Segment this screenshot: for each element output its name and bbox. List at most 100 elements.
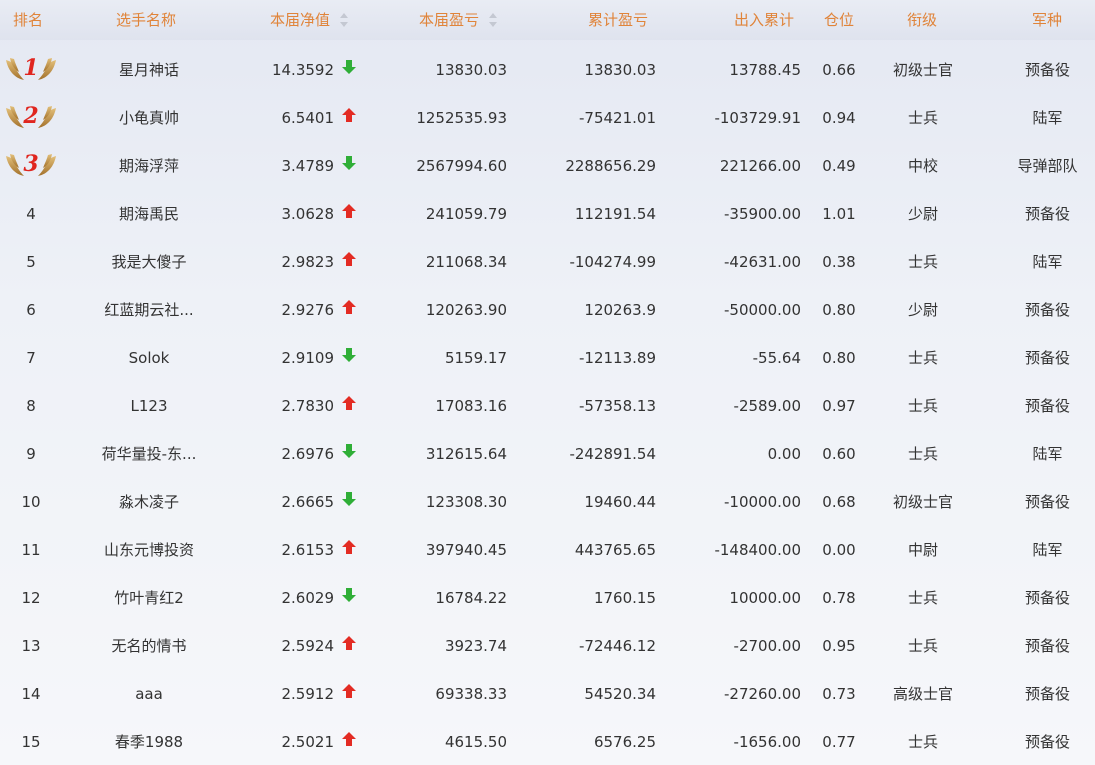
- pnl-value: 17083.16: [435, 397, 507, 415]
- player-name[interactable]: 小龟真帅: [79, 94, 219, 142]
- trend-up-icon: [342, 238, 360, 286]
- player-name[interactable]: 星月神话: [79, 46, 219, 94]
- table-row[interactable]: 14 aaa 2.5912 69338.33 54520.34 -27260.00 0.73…: [0, 670, 1095, 718]
- nav-value: 2.6976: [281, 445, 335, 463]
- player-name[interactable]: 春季1988: [79, 718, 219, 765]
- cumulative-pnl-value: -72446.12: [579, 637, 656, 655]
- service-branch-value: 陆军: [1032, 445, 1063, 463]
- table-row[interactable]: 9 荷华量投-东... 2.6976 312615.64 -242891.54 0.00 0…: [0, 430, 1095, 478]
- player-name[interactable]: 无名的情书: [79, 622, 219, 670]
- table-row[interactable]: 11 山东元博投资 2.6153 397940.45 443765.65 -148400.…: [0, 526, 1095, 574]
- nav-value: 6.5401: [281, 109, 335, 127]
- table-row[interactable]: 13 无名的情书 2.5924 3923.74 -72446.12 -2700.00 0.9…: [0, 622, 1095, 670]
- cumulative-pnl-value: 13830.03: [584, 61, 656, 79]
- pnl-value: 1252535.93: [416, 109, 507, 127]
- rank-title-value: 士兵: [907, 397, 938, 415]
- player-name[interactable]: 我是大傻子: [79, 238, 219, 286]
- table-row[interactable]: 10 淼木凌子 2.6665 123308.30 19460.44 -10000.00 0.…: [0, 478, 1095, 526]
- cumulative-pnl-value: 443765.65: [574, 541, 656, 559]
- position-value: 0.94: [822, 109, 856, 127]
- flow-cumulative-value: -27260.00: [724, 685, 801, 703]
- table-row[interactable]: 4 期海禹民 3.0628 241059.79 112191.54 -35900.00 1.…: [0, 190, 1095, 238]
- rank-number: 7: [26, 349, 36, 367]
- trend-up-icon: [342, 622, 360, 670]
- position-value: 0.73: [822, 685, 856, 703]
- player-name[interactable]: Solok: [79, 334, 219, 382]
- position-value: 0.38: [822, 253, 856, 271]
- table-row[interactable]: 15 春季1988 2.5021 4615.50 6576.25 -1656.00 0.77…: [0, 718, 1095, 765]
- player-name[interactable]: 红蓝期云社...: [79, 286, 219, 334]
- trend-down-icon: [342, 334, 360, 382]
- sort-icon[interactable]: [340, 12, 349, 27]
- position-value: 1.01: [822, 205, 856, 223]
- pnl-value: 2567994.60: [416, 157, 507, 175]
- rank-title-value: 士兵: [907, 733, 938, 751]
- table-row[interactable]: 7 Solok 2.9109 5159.17 -12113.89 -55.64 0.80 士兵…: [0, 334, 1095, 382]
- header-flow-cumulative: 出入累计: [734, 11, 795, 29]
- player-name[interactable]: 山东元博投资: [79, 526, 219, 574]
- flow-cumulative-value: -148400.00: [714, 541, 801, 559]
- trend-down-icon: [342, 142, 360, 190]
- player-name[interactable]: 竹叶青红2: [79, 574, 219, 622]
- player-name[interactable]: 期海禹民: [79, 190, 219, 238]
- pnl-value: 4615.50: [444, 733, 507, 751]
- table-row[interactable]: 1 星月神话 14.3592 13830.03 13830.03 13788.45 0.66…: [0, 46, 1095, 94]
- service-branch-value: 陆军: [1032, 109, 1063, 127]
- rank-title-value: 士兵: [907, 349, 938, 367]
- rank-title-value: 中校: [907, 157, 938, 175]
- rank-title-value: 初级士官: [892, 61, 953, 79]
- rank-title-value: 少尉: [907, 205, 938, 223]
- rank-title-value: 少尉: [907, 301, 938, 319]
- service-branch-value: 预备役: [1024, 493, 1070, 511]
- flow-cumulative-value: -2589.00: [733, 397, 801, 415]
- service-branch-value: 陆军: [1032, 541, 1063, 559]
- header-nav-sort[interactable]: 本届净值: [270, 0, 349, 40]
- service-branch-value: 预备役: [1024, 349, 1070, 367]
- pnl-value: 16784.22: [435, 589, 507, 607]
- cumulative-pnl-value: 6576.25: [593, 733, 656, 751]
- table-row[interactable]: 2 小龟真帅 6.5401 1252535.93 -75421.01 -103729.91…: [0, 94, 1095, 142]
- rank-number: 13: [21, 637, 41, 655]
- header-pnl-sort[interactable]: 本届盈亏: [419, 0, 498, 40]
- rank-title-value: 中尉: [907, 541, 938, 559]
- service-branch-value: 预备役: [1024, 301, 1070, 319]
- rank-title-value: 初级士官: [892, 493, 953, 511]
- service-branch-value: 陆军: [1032, 253, 1063, 271]
- flow-cumulative-value: 0.00: [767, 445, 801, 463]
- position-value: 0.00: [822, 541, 856, 559]
- flow-cumulative-value: -2700.00: [733, 637, 801, 655]
- service-branch-value: 预备役: [1024, 61, 1070, 79]
- nav-value: 2.5912: [281, 685, 335, 703]
- header-nav-label: 本届净值: [270, 11, 331, 29]
- cumulative-pnl-value: -242891.54: [569, 445, 656, 463]
- table-row[interactable]: 5 我是大傻子 2.9823 211068.34 -104274.99 -42631.00…: [0, 238, 1095, 286]
- rank-number: 9: [26, 445, 36, 463]
- flow-cumulative-value: 13788.45: [729, 61, 801, 79]
- trend-up-icon: [342, 286, 360, 334]
- rank-number: 5: [26, 253, 36, 271]
- rank-number: 6: [26, 301, 36, 319]
- header-service-branch: 军种: [1032, 11, 1063, 29]
- table-row[interactable]: 8 L123 2.7830 17083.16 -57358.13 -2589.00 0.97…: [0, 382, 1095, 430]
- header-player-name: 选手名称: [116, 11, 177, 29]
- cumulative-pnl-value: 19460.44: [584, 493, 656, 511]
- rank-number: 4: [26, 205, 36, 223]
- table-row[interactable]: 3 期海浮萍 3.4789 2567994.60 2288656.29 221266.00…: [0, 142, 1095, 190]
- nav-value: 2.6665: [281, 493, 335, 511]
- player-name[interactable]: aaa: [79, 670, 219, 718]
- table-row[interactable]: 12 竹叶青红2 2.6029 16784.22 1760.15 10000.00 0.78…: [0, 574, 1095, 622]
- nav-value: 2.9276: [281, 301, 335, 319]
- table-row[interactable]: 6 红蓝期云社... 2.9276 120263.90 120263.9 -50000.0…: [0, 286, 1095, 334]
- nav-value: 2.5021: [281, 733, 335, 751]
- rank-medal: 2: [0, 94, 62, 142]
- sort-icon[interactable]: [489, 12, 498, 27]
- player-name[interactable]: 荷华量投-东...: [79, 430, 219, 478]
- player-name[interactable]: L123: [79, 382, 219, 430]
- rank-number: 14: [21, 685, 41, 703]
- player-name[interactable]: 淼木凌子: [79, 478, 219, 526]
- cumulative-pnl-value: 1760.15: [593, 589, 656, 607]
- cumulative-pnl-value: -57358.13: [579, 397, 656, 415]
- flow-cumulative-value: -42631.00: [724, 253, 801, 271]
- player-name[interactable]: 期海浮萍: [79, 142, 219, 190]
- rank-title-value: 高级士官: [892, 685, 953, 703]
